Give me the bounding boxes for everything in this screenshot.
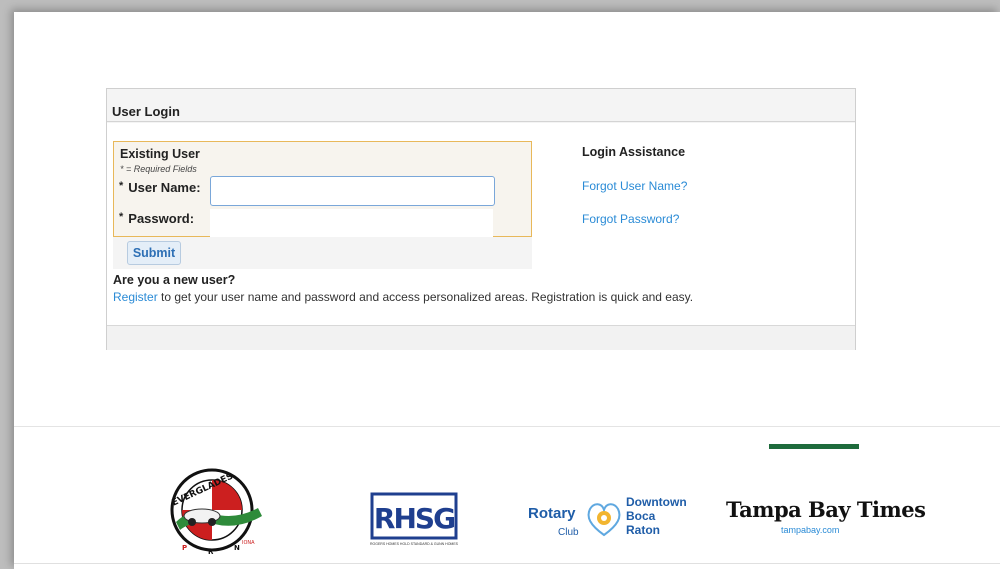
register-description: to get your user name and password and a…: [157, 290, 694, 304]
password-label-text: Password:: [128, 211, 195, 226]
everglades-sub-mid: R: [208, 548, 214, 556]
everglades-emblem-icon: EVERGLADES P R N IONA: [170, 468, 262, 556]
rotary-logo[interactable]: Rotary Club Downtown Boca Raton: [526, 495, 706, 545]
heart-gear-icon: [587, 503, 621, 537]
username-input[interactable]: [210, 176, 495, 206]
password-label: * Password:: [119, 211, 194, 226]
rhsg-logo[interactable]: RHSG ROGERS HOMES HOLD STANDARD & GUNN H…: [364, 490, 464, 548]
user-login-panel: User Login Existing User * = Required Fi…: [106, 88, 856, 350]
submit-button[interactable]: Submit: [127, 241, 181, 265]
rotary-city-line1: Downtown: [626, 495, 687, 509]
panel-header: User Login: [107, 89, 855, 122]
tampa-bay-times-logo[interactable]: Tampa Bay Times tampabay.com: [726, 497, 926, 541]
bottom-divider: [14, 563, 1000, 564]
everglades-sub-right: N: [234, 544, 240, 552]
rhsg-name: RHSG: [374, 502, 454, 535]
rhsg-emblem-icon: RHSG: [370, 492, 458, 540]
forgot-username-link[interactable]: Forgot User Name?: [582, 179, 687, 193]
rotary-city-line3: Raton: [626, 523, 660, 537]
rotary-name: Rotary: [528, 505, 576, 522]
rotary-city-line2: Boca: [626, 509, 656, 523]
submit-strip: Submit: [113, 237, 532, 269]
rotary-city: Downtown Boca Raton: [626, 495, 687, 537]
username-label-text: User Name:: [128, 180, 201, 195]
username-label: * User Name:: [119, 180, 201, 195]
page: User Login Existing User * = Required Fi…: [14, 12, 1000, 569]
required-fields-note: * = Required Fields: [120, 164, 197, 174]
footer-divider: [14, 426, 1000, 427]
required-asterisk: *: [119, 180, 124, 192]
forgot-password-link[interactable]: Forgot Password?: [582, 212, 679, 226]
password-input[interactable]: [210, 209, 493, 237]
panel-footer: [107, 325, 855, 350]
existing-user-box: Existing User * = Required Fields * User …: [113, 141, 532, 237]
tampa-bay-times-name: Tampa Bay Times: [726, 497, 926, 522]
tampa-bay-url: tampabay.com: [781, 525, 840, 535]
panel-title: User Login: [112, 104, 180, 119]
required-asterisk: *: [119, 211, 124, 223]
register-link[interactable]: Register: [113, 290, 158, 304]
new-user-title: Are you a new user?: [113, 273, 236, 287]
panel-body: Existing User * = Required Fields * User …: [107, 123, 855, 325]
rhsg-caption: ROGERS HOMES HOLD STANDARD & GUNN HOMES: [369, 542, 459, 546]
rotary-club: Club: [558, 527, 579, 538]
login-assistance-title: Login Assistance: [582, 145, 686, 159]
everglades-tag: IONA: [242, 540, 255, 546]
everglades-sub-left: P: [182, 544, 187, 552]
everglades-logo[interactable]: EVERGLADES P R N IONA: [162, 464, 272, 556]
new-user-text: Register to get your user name and passw…: [113, 289, 703, 305]
existing-user-title: Existing User: [120, 147, 200, 161]
accent-bar: [769, 444, 859, 449]
